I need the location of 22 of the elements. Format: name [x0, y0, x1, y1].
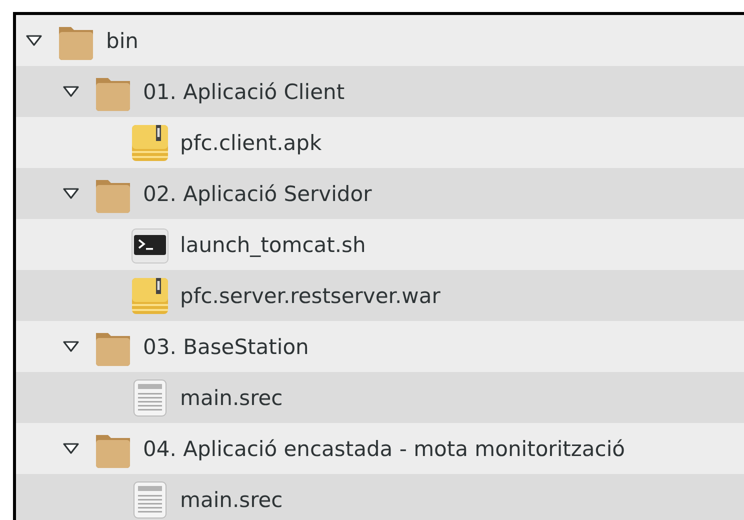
tree-row[interactable]: main.srec: [16, 474, 744, 520]
collapse-triangle-icon[interactable]: [63, 340, 79, 352]
file-name: pfc.server.restserver.war: [180, 284, 440, 308]
collapse-triangle-icon[interactable]: [26, 34, 42, 46]
tree-row[interactable]: 02. Aplicació Servidor: [16, 168, 744, 219]
tree-row[interactable]: pfc.server.restserver.war: [16, 270, 744, 321]
tree-row[interactable]: 01. Aplicació Client: [16, 66, 744, 117]
file-name: 03. BaseStation: [143, 334, 309, 358]
file-name: pfc.client.apk: [180, 130, 322, 154]
file-name: launch_tomcat.sh: [180, 232, 366, 256]
file-name: bin: [106, 28, 138, 52]
file-name: main.srec: [180, 386, 283, 410]
file-name: main.srec: [180, 488, 283, 512]
archive-icon: [130, 276, 170, 316]
tree-row[interactable]: main.srec: [16, 372, 744, 423]
file-name: 01. Aplicació Client: [143, 80, 345, 104]
collapse-triangle-icon[interactable]: [63, 86, 79, 98]
file-name: 04. Aplicació encastada - mota monitorització: [143, 436, 626, 460]
collapse-triangle-icon[interactable]: [63, 188, 79, 200]
archive-icon: [130, 122, 170, 162]
collapse-triangle-icon[interactable]: [63, 442, 79, 454]
file-name: 02. Aplicació Servidor: [143, 182, 372, 206]
